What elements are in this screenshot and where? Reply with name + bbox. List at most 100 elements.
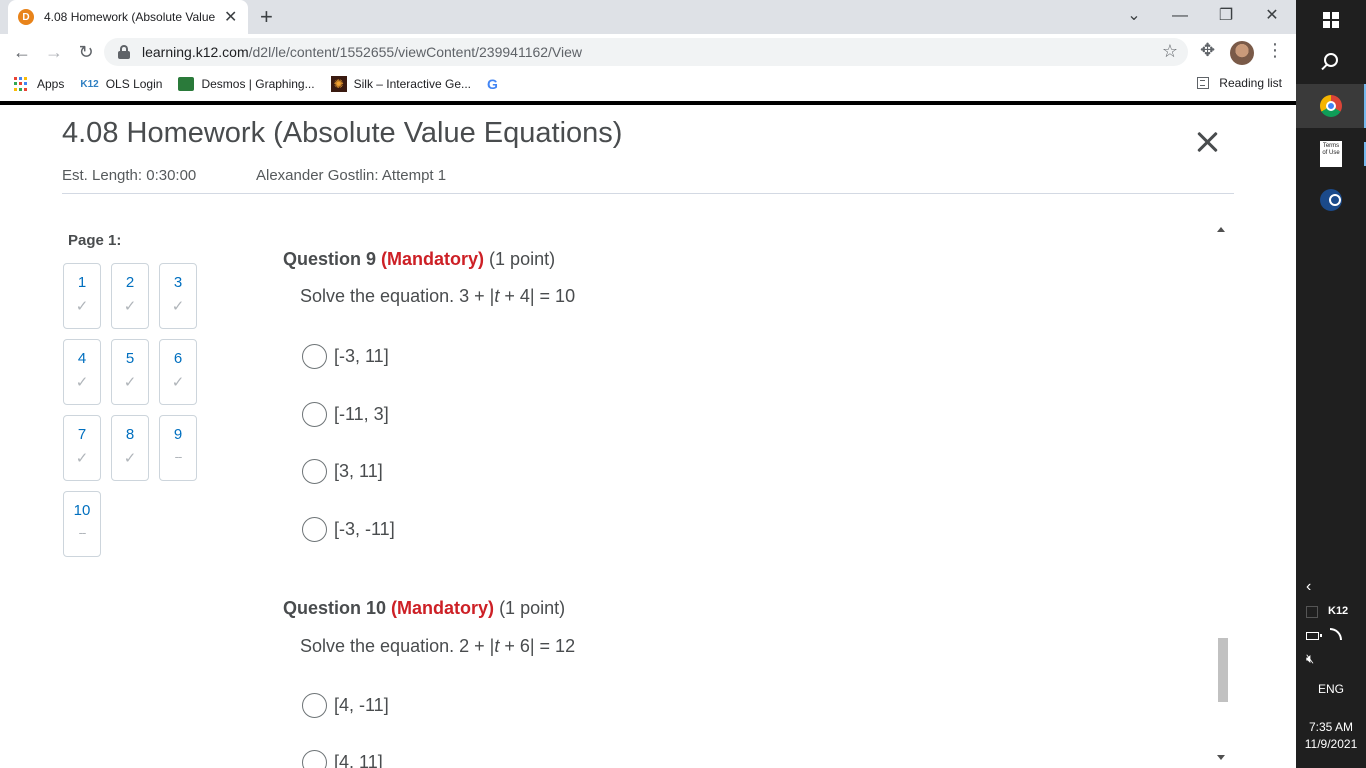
bookmarks-bar: Apps K12 OLS Login Desmos | Graphing... … (0, 70, 1296, 98)
question-nav-number: 4 (77, 350, 87, 367)
speaker-muted-icon[interactable]: 🔇︎ (1306, 651, 1366, 667)
taskbar-search-button[interactable] (1296, 40, 1366, 80)
taskbar-steam[interactable] (1296, 178, 1366, 222)
mandatory-label: (Mandatory) (391, 598, 495, 618)
bookmark-ols-login[interactable]: K12 OLS Login (80, 77, 162, 91)
google-icon: G (487, 76, 498, 92)
bookmark-apps[interactable]: Apps (14, 77, 64, 91)
radio-button[interactable] (302, 750, 327, 768)
question-nav-number: 10 (73, 502, 91, 519)
tray-chevron-icon[interactable]: ‹ (1306, 578, 1320, 596)
taskbar-chrome[interactable] (1296, 84, 1366, 128)
content-scrollbar[interactable] (1214, 225, 1231, 768)
question-nav-10[interactable]: 10 -- (63, 491, 101, 557)
reload-icon[interactable]: ↻ (74, 40, 98, 64)
prompt-text: Solve the equation. 3 + | (300, 286, 495, 306)
question-nav-7[interactable]: 7 ✓ (63, 415, 101, 481)
option-label: [-3, 11] (334, 346, 389, 366)
q10-option-2[interactable]: [4, 11] (302, 750, 383, 768)
bookmark-label: Apps (37, 77, 65, 91)
wifi-icon[interactable] (1330, 628, 1342, 640)
restore-icon[interactable]: ❐ (1203, 2, 1249, 30)
radio-button[interactable] (302, 693, 327, 718)
header-divider (62, 193, 1234, 194)
tab-search-icon[interactable]: ⌄ (1111, 2, 1157, 30)
radio-button[interactable] (302, 459, 327, 484)
reading-list-button[interactable]: Reading list (1197, 76, 1282, 90)
question-number: Question 10 (283, 598, 387, 618)
battery-icon[interactable] (1306, 632, 1322, 640)
profile-avatar[interactable] (1230, 41, 1254, 65)
browser-menu-icon[interactable]: ⋮ (1266, 40, 1284, 61)
url-path: /d2l/le/content/1552655/viewContent/2399… (248, 44, 583, 60)
minimize-icon[interactable]: — (1157, 2, 1203, 30)
option-label: [-3, -11] (334, 519, 395, 539)
browser-tab[interactable]: D 4.08 Homework (Absolute Value ✕ (8, 0, 248, 34)
scroll-up-arrow-icon[interactable] (1217, 227, 1225, 232)
k12-tray-app-icon[interactable] (1306, 606, 1318, 618)
desmos-icon (178, 77, 195, 91)
question-nav-8[interactable]: 8 ✓ (111, 415, 149, 481)
back-icon[interactable]: ← (10, 40, 34, 64)
question-nav-1[interactable]: 1 ✓ (63, 263, 101, 329)
clock[interactable]: 7:35 AM 11/9/2021 (1296, 719, 1366, 753)
apps-grid-icon (14, 77, 28, 91)
prompt-text: + 6| = 12 (499, 636, 576, 656)
bookmark-google[interactable]: G (487, 76, 505, 92)
page-title: 4.08 Homework (Absolute Value Equations) (62, 117, 623, 149)
unanswered-dash-icon: -- (174, 449, 183, 464)
input-language[interactable]: ENG (1296, 682, 1366, 696)
question-nav-number: 7 (77, 426, 87, 443)
question-9-prompt: Solve the equation. 3 + |t + 4| = 10 (300, 286, 575, 307)
points-label: (1 point) (489, 249, 556, 269)
scroll-down-arrow-icon[interactable] (1217, 755, 1225, 760)
checkmark-icon: ✓ (171, 374, 185, 391)
k12-icon: K12 (80, 78, 99, 90)
radio-button[interactable] (302, 517, 327, 542)
question-nav-6[interactable]: 6 ✓ (159, 339, 197, 405)
silk-icon: ✺ (330, 76, 347, 92)
clock-date: 11/9/2021 (1304, 737, 1358, 751)
radio-button[interactable] (302, 402, 327, 427)
close-quiz-button[interactable] (1193, 127, 1223, 157)
extensions-puzzle-icon[interactable]: ✥ (1200, 40, 1215, 61)
reading-list-label: Reading list (1219, 76, 1282, 90)
url-text[interactable]: learning.k12.com/d2l/le/content/1552655/… (142, 44, 582, 60)
new-tab-icon[interactable]: + (260, 4, 273, 30)
option-label: [-11, 3] (334, 404, 389, 424)
question-nav-3[interactable]: 3 ✓ (159, 263, 197, 329)
tab-close-icon[interactable]: ✕ (224, 7, 237, 27)
windows-taskbar: Terms of Use ‹ K12 🔇︎ ENG 7:35 AM 11/9/2… (1296, 0, 1366, 768)
bookmark-silk[interactable]: ✺ Silk – Interactive Ge... (330, 76, 471, 92)
windows-start-button[interactable] (1296, 0, 1366, 40)
q10-option-1[interactable]: [4, -11] (302, 693, 389, 718)
tray-k12-label[interactable]: K12 (1328, 605, 1364, 617)
question-nav-4[interactable]: 4 ✓ (63, 339, 101, 405)
mandatory-label: (Mandatory) (381, 249, 485, 269)
taskbar-terms-of-use[interactable]: Terms of Use (1296, 132, 1366, 176)
q9-option-4[interactable]: [-3, -11] (302, 517, 395, 542)
checkmark-icon: ✓ (75, 450, 89, 467)
radio-button[interactable] (302, 344, 327, 369)
q9-option-1[interactable]: [-3, 11] (302, 344, 389, 369)
question-nav-9[interactable]: 9 -- (159, 415, 197, 481)
option-label: [4, -11] (334, 695, 389, 715)
question-nav-2[interactable]: 2 ✓ (111, 263, 149, 329)
scrollbar-thumb[interactable] (1218, 638, 1228, 702)
option-label: [4, 11] (334, 752, 383, 768)
window-close-icon[interactable]: ✕ (1249, 2, 1295, 30)
d2l-favicon-icon: D (18, 9, 34, 25)
lock-icon[interactable] (118, 45, 130, 59)
question-10-prompt: Solve the equation. 2 + |t + 6| = 12 (300, 636, 575, 657)
question-nav-number: 1 (77, 274, 87, 291)
checkmark-icon: ✓ (75, 298, 89, 315)
bookmark-desmos[interactable]: Desmos | Graphing... (178, 77, 315, 91)
terms-of-use-icon: Terms of Use (1320, 141, 1342, 167)
q9-option-2[interactable]: [-11, 3] (302, 402, 389, 427)
question-nav-5[interactable]: 5 ✓ (111, 339, 149, 405)
checkmark-icon: ✓ (123, 298, 137, 315)
bookmark-star-icon[interactable]: ☆ (1162, 41, 1178, 62)
address-bar[interactable]: learning.k12.com/d2l/le/content/1552655/… (104, 38, 1188, 66)
q9-option-3[interactable]: [3, 11] (302, 459, 383, 484)
forward-icon[interactable]: → (42, 40, 66, 64)
